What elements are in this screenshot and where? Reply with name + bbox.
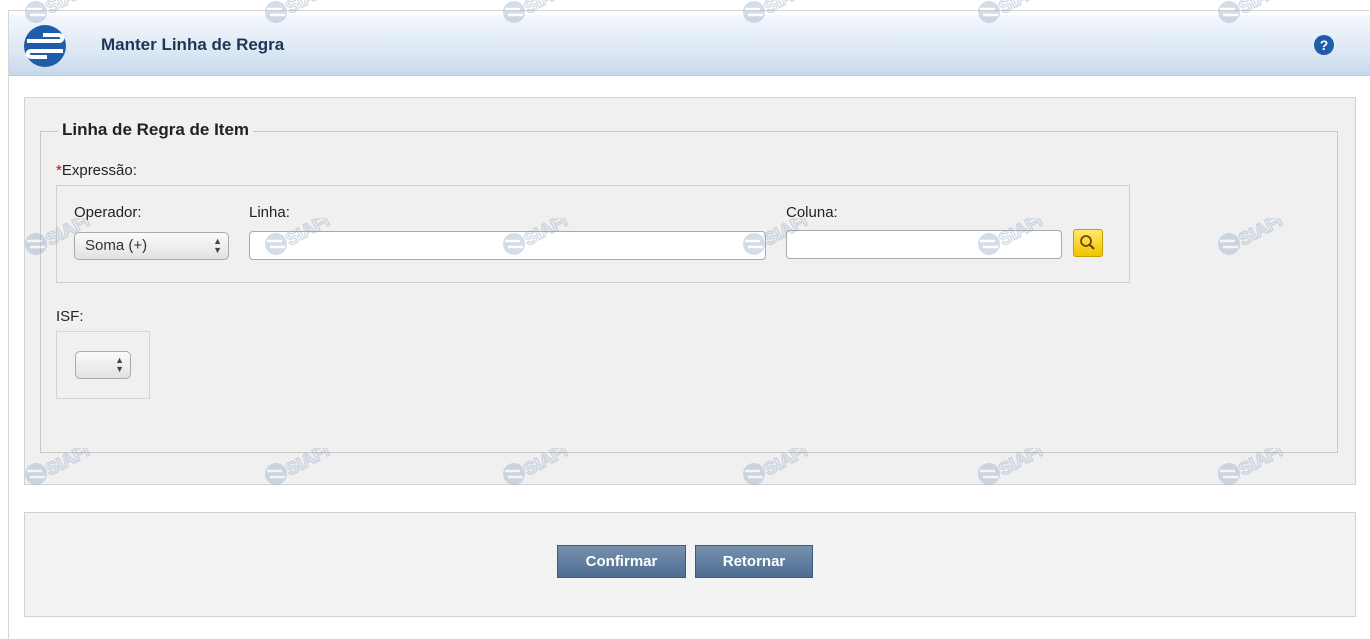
- operador-label: Operador:: [74, 204, 142, 221]
- siafi-logo-icon: [23, 24, 67, 68]
- fieldset-legend: Linha de Regra de Item: [58, 120, 254, 140]
- select-arrows-icon: ▲ ▼: [115, 355, 124, 374]
- coluna-input[interactable]: [786, 230, 1062, 259]
- page-header: Manter Linha de Regra ?: [9, 15, 1370, 76]
- isf-label: ISF:: [56, 308, 84, 325]
- operador-select[interactable]: Soma (+) ▲ ▼: [74, 232, 229, 260]
- top-border: [8, 10, 1370, 11]
- retornar-button[interactable]: Retornar: [695, 545, 813, 578]
- isf-select[interactable]: ▲ ▼: [75, 351, 131, 379]
- coluna-label: Coluna:: [786, 204, 838, 221]
- left-border: [8, 10, 9, 639]
- magnifier-icon: [1080, 235, 1095, 250]
- expressao-label: *Expressão:: [56, 162, 137, 179]
- linha-label: Linha:: [249, 204, 290, 221]
- confirmar-button[interactable]: Confirmar: [557, 545, 686, 578]
- fieldset-linha-regra: [40, 131, 1338, 453]
- operador-selected: Soma (+): [85, 237, 148, 254]
- button-bar: [24, 512, 1356, 617]
- help-icon[interactable]: ?: [1314, 35, 1334, 55]
- expressao-label-text: Expressão:: [61, 162, 137, 179]
- select-arrows-icon: ▲ ▼: [213, 236, 222, 255]
- search-button[interactable]: [1073, 229, 1103, 257]
- page-title: Manter Linha de Regra: [101, 35, 285, 54]
- linha-input[interactable]: [249, 231, 766, 260]
